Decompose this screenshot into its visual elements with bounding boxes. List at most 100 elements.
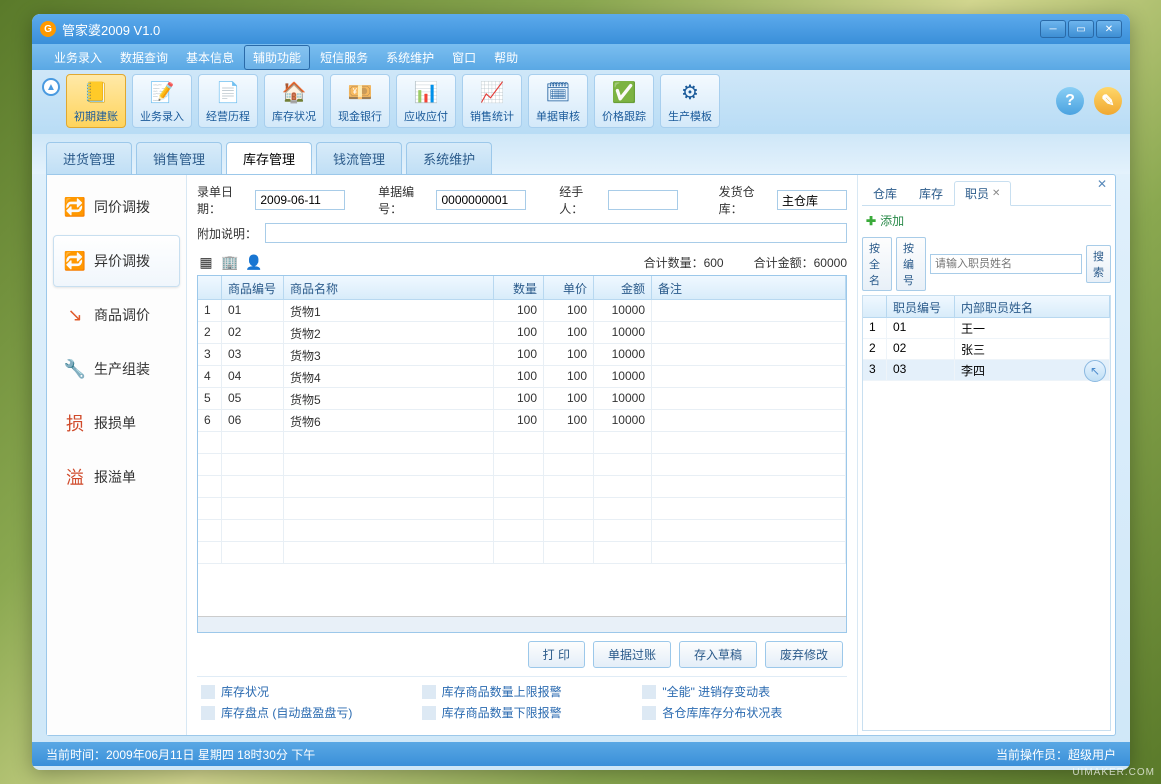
menu-item-4[interactable]: 短信服务 [312, 46, 376, 69]
tool-icon: 🏠 [280, 78, 308, 106]
help-icon[interactable]: ? [1056, 87, 1084, 115]
building-icon[interactable]: 🏢 [221, 253, 239, 271]
rp-col-code[interactable]: 职员编号 [887, 296, 955, 317]
note-input[interactable] [265, 223, 847, 243]
menu-item-6[interactable]: 窗口 [444, 46, 484, 69]
right-tab-0[interactable]: 仓库 [862, 181, 908, 205]
draft-button[interactable]: 存入草稿 [679, 641, 757, 668]
search-button[interactable]: 搜索 [1086, 245, 1111, 283]
table-row[interactable]: 101货物110010010000 [198, 300, 846, 322]
report-link-0[interactable]: 库存状况 [201, 683, 402, 700]
side-nav-item-1[interactable]: 🔁异价调拨 [53, 235, 180, 287]
collapse-toggle-icon[interactable]: ▲ [42, 78, 60, 96]
discard-button[interactable]: 废弃修改 [765, 641, 843, 668]
maximize-button[interactable]: ▭ [1068, 20, 1094, 38]
toolbar-btn-7[interactable]: 🗓单据审核 [528, 74, 588, 128]
table-row[interactable]: 505货物510010010000 [198, 388, 846, 410]
menu-item-3[interactable]: 辅助功能 [244, 45, 310, 70]
minimize-button[interactable]: ─ [1040, 20, 1066, 38]
toolbar-btn-6[interactable]: 📈销售统计 [462, 74, 522, 128]
panel-close-icon[interactable]: ✕ [1097, 177, 1111, 191]
col-note[interactable]: 备注 [652, 276, 846, 299]
menu-item-1[interactable]: 数据查询 [112, 46, 176, 69]
menu-item-5[interactable]: 系统维护 [378, 46, 442, 69]
link-icon [422, 706, 436, 720]
report-link-3[interactable]: 库存盘点 (自动盘盈盘亏) [201, 704, 402, 721]
print-button[interactable]: 打 印 [528, 641, 585, 668]
main-panel: 录单日期： 单据编号： 经手人： 发货仓库： 附加说明： ▦ 🏢 👤 [187, 175, 857, 735]
employee-row[interactable]: 101王一 [863, 318, 1110, 339]
col-price[interactable]: 单价 [544, 276, 594, 299]
col-name[interactable]: 商品名称 [284, 276, 494, 299]
main-tab-1[interactable]: 销售管理 [136, 142, 222, 174]
warehouse-input[interactable] [777, 190, 847, 210]
toolbar-btn-1[interactable]: 📝业务录入 [132, 74, 192, 128]
table-row[interactable] [198, 454, 846, 476]
close-button[interactable]: ✕ [1096, 20, 1122, 38]
filter-code-button[interactable]: 按编号 [896, 237, 926, 291]
report-link-1[interactable]: 库存商品数量上限报警 [422, 683, 623, 700]
tab-close-icon[interactable]: ✕ [992, 188, 1000, 199]
side-nav-item-4[interactable]: 损报损单 [53, 397, 180, 449]
menu-item-0[interactable]: 业务录入 [46, 46, 110, 69]
table-row[interactable] [198, 476, 846, 498]
report-link-2[interactable]: "全能" 进销存变动表 [642, 683, 843, 700]
main-tab-3[interactable]: 钱流管理 [316, 142, 402, 174]
rp-col-index[interactable] [863, 296, 887, 317]
employee-row[interactable]: 303李四 [863, 360, 1110, 381]
toolbar-btn-3[interactable]: 🏠库存状况 [264, 74, 324, 128]
docno-input[interactable] [436, 190, 526, 210]
grid-body[interactable]: 101货物110010010000202货物210010010000303货物3… [198, 300, 846, 616]
toolbar-btn-8[interactable]: ✅价格跟踪 [594, 74, 654, 128]
toolbar-btn-4[interactable]: 💴现金银行 [330, 74, 390, 128]
right-tab-1[interactable]: 库存 [908, 181, 954, 205]
filter-fullname-button[interactable]: 按全名 [862, 237, 892, 291]
toolbar-btn-0[interactable]: 📒初期建账 [66, 74, 126, 128]
scroll-up-icon[interactable]: ↖ [1084, 360, 1106, 382]
rp-grid-body[interactable]: 101王一202张三303李四↖ [863, 318, 1110, 730]
col-amount[interactable]: 金额 [594, 276, 652, 299]
post-button[interactable]: 单据过账 [593, 641, 671, 668]
handler-input[interactable] [608, 190, 678, 210]
theme-icon[interactable]: ✎ [1094, 87, 1122, 115]
rp-col-name[interactable]: 内部职员姓名 [955, 296, 1110, 317]
report-link-5[interactable]: 各仓库库存分布状况表 [642, 704, 843, 721]
add-button[interactable]: ✚ 添加 [862, 206, 1111, 235]
toolbar-btn-2[interactable]: 📄经营历程 [198, 74, 258, 128]
side-nav-item-2[interactable]: ↘商品调价 [53, 289, 180, 341]
titlebar[interactable]: G 管家婆2009 V1.0 ─ ▭ ✕ [32, 14, 1130, 44]
search-input[interactable] [930, 254, 1082, 274]
table-row[interactable]: 202货物210010010000 [198, 322, 846, 344]
col-index[interactable] [198, 276, 222, 299]
tool-icon: 📈 [478, 78, 506, 106]
right-tab-2[interactable]: 职员✕ [954, 181, 1011, 206]
date-input[interactable] [255, 190, 345, 210]
table-row[interactable] [198, 542, 846, 564]
report-link-4[interactable]: 库存商品数量下限报警 [422, 704, 623, 721]
table-row[interactable]: 606货物610010010000 [198, 410, 846, 432]
table-row[interactable]: 404货物410010010000 [198, 366, 846, 388]
toolbar-btn-9[interactable]: ⚙生产模板 [660, 74, 720, 128]
main-tab-2[interactable]: 库存管理 [226, 142, 312, 174]
right-tabs: 仓库库存职员✕ [862, 181, 1111, 206]
side-nav-item-3[interactable]: 🔧生产组装 [53, 343, 180, 395]
col-qty[interactable]: 数量 [494, 276, 544, 299]
table-row[interactable] [198, 498, 846, 520]
col-code[interactable]: 商品编号 [222, 276, 284, 299]
toolbar: 📒初期建账📝业务录入📄经营历程🏠库存状况💴现金银行📊应收应付📈销售统计🗓单据审核… [66, 74, 1056, 128]
table-row[interactable]: 303货物310010010000 [198, 344, 846, 366]
grid-icon[interactable]: ▦ [197, 253, 215, 271]
horizontal-scrollbar[interactable] [198, 616, 846, 632]
link-icon [642, 685, 656, 699]
toolbar-btn-5[interactable]: 📊应收应付 [396, 74, 456, 128]
side-nav-item-0[interactable]: 🔁同价调拨 [53, 181, 180, 233]
person-icon[interactable]: 👤 [245, 253, 263, 271]
table-row[interactable] [198, 520, 846, 542]
side-nav-item-5[interactable]: 溢报溢单 [53, 451, 180, 503]
employee-row[interactable]: 202张三 [863, 339, 1110, 360]
table-row[interactable] [198, 432, 846, 454]
main-tab-0[interactable]: 进货管理 [46, 142, 132, 174]
main-tab-4[interactable]: 系统维护 [406, 142, 492, 174]
menu-item-7[interactable]: 帮助 [486, 46, 526, 69]
menu-item-2[interactable]: 基本信息 [178, 46, 242, 69]
